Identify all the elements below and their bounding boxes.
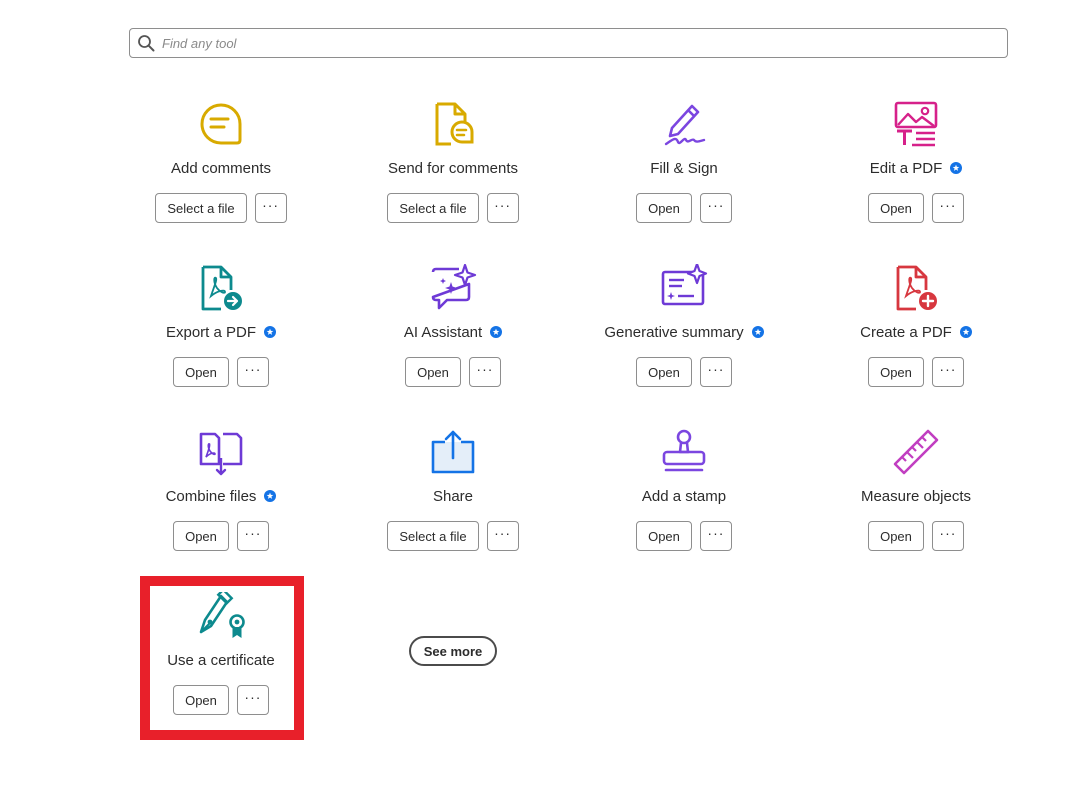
tool-card-measure-objects: Measure objects Open ··· [800, 428, 1032, 568]
tool-name: Send for comments [387, 159, 519, 177]
tool-name: Generative summary [604, 323, 744, 341]
more-options-button[interactable]: ··· [699, 357, 732, 387]
premium-star-icon [751, 326, 764, 338]
premium-star-icon [264, 490, 277, 502]
tool-card-fill-sign: Fill & Sign Open ··· [568, 100, 800, 240]
stamp-icon [660, 428, 708, 476]
tool-name: Fill & Sign [650, 159, 718, 177]
open-button[interactable]: Open [173, 521, 229, 551]
select-file-button[interactable]: Select a file [387, 521, 479, 551]
tool-name: Create a PDF [860, 323, 952, 341]
select-file-button[interactable]: Select a file [387, 193, 479, 223]
edit-pdf-icon [892, 100, 940, 148]
premium-star-icon [264, 326, 277, 338]
export-pdf-icon [197, 264, 245, 312]
open-button[interactable]: Open [405, 357, 461, 387]
more-options-button[interactable]: ··· [468, 357, 501, 387]
open-button[interactable]: Open [868, 193, 924, 223]
more-options-button[interactable]: ··· [699, 521, 732, 551]
tool-name: Measure objects [860, 487, 972, 505]
open-button[interactable]: Open [636, 521, 692, 551]
more-options-button[interactable]: ··· [699, 193, 732, 223]
open-button[interactable]: Open [868, 521, 924, 551]
premium-star-icon [490, 326, 503, 338]
send-for-comments-icon [429, 100, 477, 148]
more-options-button[interactable]: ··· [236, 685, 269, 715]
premium-star-icon [959, 326, 972, 338]
tool-name: Combine files [165, 487, 257, 505]
more-options-button[interactable]: ··· [254, 193, 287, 223]
generative-summary-icon [660, 264, 708, 312]
more-options-button[interactable]: ··· [236, 521, 269, 551]
add-comments-icon [197, 100, 245, 148]
tool-card-ai-assistant: AI Assistant Open ··· [337, 264, 569, 404]
tool-name: Edit a PDF [869, 159, 943, 177]
create-pdf-icon [892, 264, 940, 312]
search-icon [137, 34, 155, 52]
tool-card-use-certificate: Use a certificate Open ··· [105, 592, 337, 732]
search-input[interactable] [162, 35, 962, 51]
tool-card-edit-pdf: Edit a PDF Open ··· [800, 100, 1032, 240]
open-button[interactable]: Open [868, 357, 924, 387]
tool-card-add-stamp: Add a stamp Open ··· [568, 428, 800, 568]
combine-files-icon [197, 428, 245, 476]
more-options-button[interactable]: ··· [931, 193, 964, 223]
tool-name: Add comments [170, 159, 272, 177]
share-icon [429, 428, 477, 476]
open-button[interactable]: Open [173, 357, 229, 387]
tool-name: Share [432, 487, 474, 505]
tool-name: AI Assistant [403, 323, 483, 341]
ruler-icon [892, 428, 940, 476]
open-button[interactable]: Open [173, 685, 229, 715]
tool-card-send-for-comments: Send for comments Select a file ··· [337, 100, 569, 240]
more-options-button[interactable]: ··· [486, 521, 519, 551]
ai-assistant-icon [429, 264, 477, 312]
more-options-button[interactable]: ··· [931, 357, 964, 387]
tool-name: Export a PDF [165, 323, 257, 341]
tool-card-share: Share Select a file ··· [337, 428, 569, 568]
certificate-icon [197, 592, 245, 640]
see-more-button[interactable]: See more [409, 636, 497, 666]
more-options-button[interactable]: ··· [486, 193, 519, 223]
open-button[interactable]: Open [636, 357, 692, 387]
open-button[interactable]: Open [636, 193, 692, 223]
more-options-button[interactable]: ··· [931, 521, 964, 551]
fill-sign-icon [660, 100, 708, 148]
tool-name: Add a stamp [641, 487, 727, 505]
select-file-button[interactable]: Select a file [155, 193, 247, 223]
more-options-button[interactable]: ··· [236, 357, 269, 387]
tool-card-create-pdf: Create a PDF Open ··· [800, 264, 1032, 404]
premium-star-icon [950, 162, 963, 174]
tool-card-generative-summary: Generative summary Open ··· [568, 264, 800, 404]
tool-name: Use a certificate [167, 651, 275, 669]
tool-card-add-comments: Add comments Select a file ··· [105, 100, 337, 240]
tool-card-combine-files: Combine files Open ··· [105, 428, 337, 568]
tool-search-bar[interactable] [129, 28, 1008, 58]
tool-card-export-pdf: Export a PDF Open ··· [105, 264, 337, 404]
